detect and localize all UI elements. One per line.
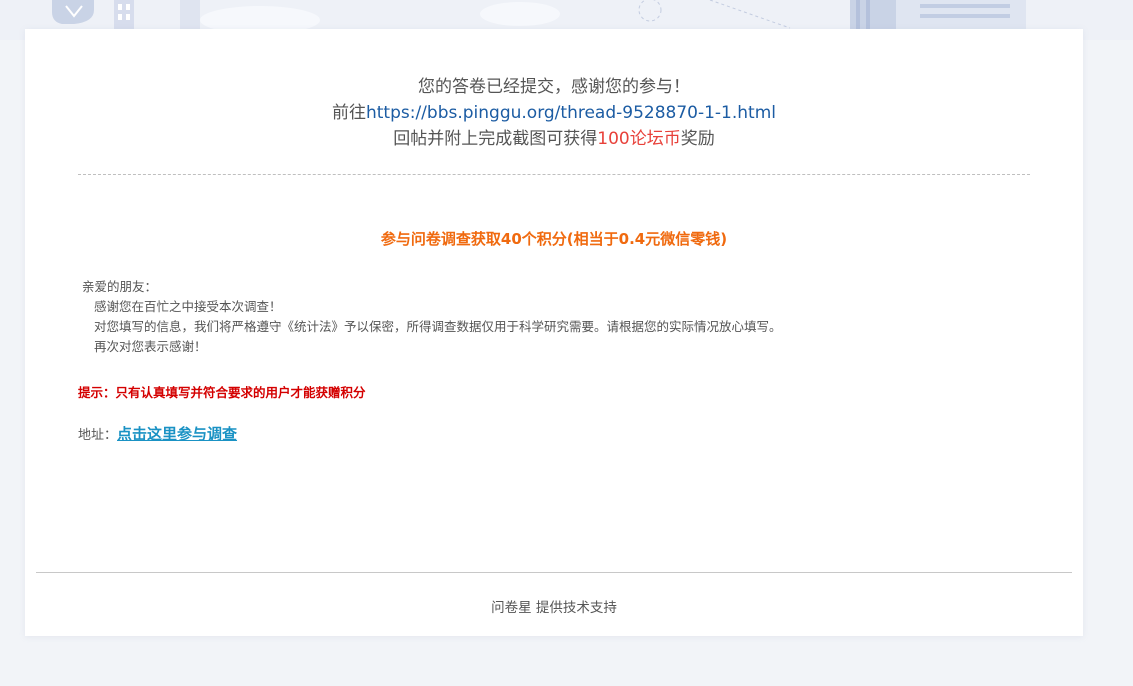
footer-credit: 问卷星 提供技术支持 [491, 600, 617, 616]
footer-divider [36, 572, 1072, 573]
survey-link[interactable]: 点击这里参与调查 [117, 425, 237, 443]
result-card: 您的答卷已经提交，感谢您的参与！ 前往https://bbs.pinggu.or… [25, 29, 1083, 636]
hint-text: 提示：只有认真填写并符合要求的用户才能获赠积分 [78, 385, 366, 400]
submission-message: 您的答卷已经提交，感谢您的参与！ 前往https://bbs.pinggu.or… [78, 74, 1030, 152]
reward-line: 回帖并附上完成截图可获得100论坛币奖励 [78, 126, 1030, 152]
survey-letter: 亲爱的朋友： 感谢您在百忙之中接受本次调查！ 对您填写的信息，我们将严格遵守《统… [82, 277, 1042, 357]
forum-link-line: 前往https://bbs.pinggu.org/thread-9528870-… [78, 100, 1030, 126]
forum-link-prefix: 前往 [331, 103, 366, 123]
promo-headline: 参与问卷调查获取40个积分(相当于0.4元微信零钱) [380, 230, 728, 248]
letter-line: 再次对您表示感谢！ [94, 339, 207, 354]
address-row: 地址：点击这里参与调查 [78, 423, 237, 444]
address-label: 地址： [78, 428, 118, 443]
letter-line: 感谢您在百忙之中接受本次调查！ [94, 299, 282, 314]
reward-amount: 100论坛币 [597, 129, 681, 149]
letter-greeting: 亲爱的朋友： [82, 279, 158, 294]
forum-thread-link[interactable]: https://bbs.pinggu.org/thread-9528870-1-… [366, 103, 776, 123]
thanks-text: 您的答卷已经提交，感谢您的参与！ [418, 77, 690, 97]
dashed-divider [78, 174, 1030, 175]
letter-line: 对您填写的信息，我们将严格遵守《统计法》予以保密，所得调查数据仅用于科学研究需要… [94, 319, 782, 334]
reward-prefix: 回帖并附上完成截图可获得 [393, 129, 598, 149]
reward-suffix: 奖励 [680, 129, 715, 149]
